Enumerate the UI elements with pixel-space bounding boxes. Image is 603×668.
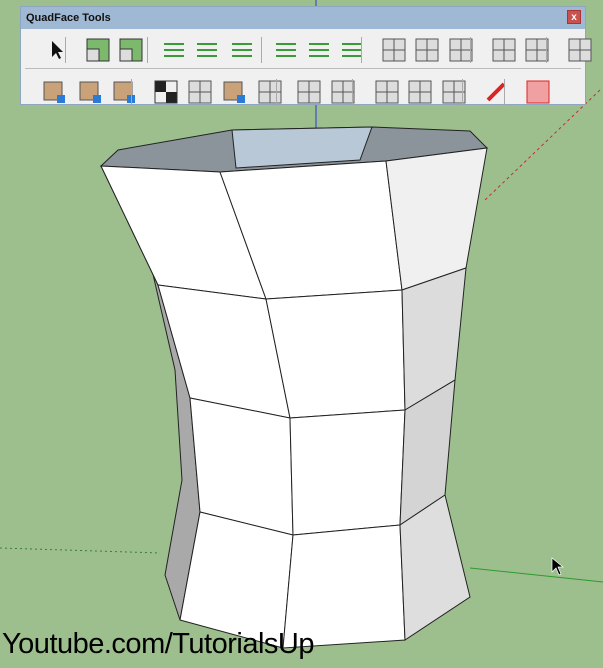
connect-edges-icon [382,38,406,62]
select-ring-button[interactable] [161,37,187,63]
uv-mapping-button[interactable] [221,79,247,105]
uv-mapping-icon [222,80,246,104]
select-ring-icon [162,38,186,62]
wrap-button[interactable] [257,79,283,105]
copy-uv-button[interactable] [187,79,213,105]
grow-selection-button[interactable] [85,37,111,63]
toolbar-separator [546,37,547,63]
toolbar-separator [504,79,505,105]
shrink-selection-button[interactable] [118,37,144,63]
toolbar-separator [147,37,148,63]
toolbar-separator [361,37,362,63]
shrink-ring-button[interactable] [229,37,255,63]
mouse-cursor-icon [551,557,564,576]
toolbar-title: QuadFace Tools [26,12,111,24]
make-planar-icon [526,80,550,104]
insert-loops-icon [415,38,439,62]
uv-texture-icon [78,80,102,104]
toolbar-separator [65,37,66,63]
offset-loop-icon [297,80,321,104]
uv-map-button[interactable] [41,79,67,105]
pencil-button[interactable] [483,79,509,105]
vase-model[interactable] [99,126,489,649]
checker-icon [154,80,178,104]
build-corner-loop-button[interactable] [441,79,467,105]
watermark: Youtube.com/TutorialsUp [2,628,314,660]
grow-ring-button[interactable] [194,37,220,63]
remove-loop-button[interactable] [407,79,433,105]
grow-ring-icon [195,38,219,62]
shrink-selection-icon [119,38,143,62]
select-loop-icon [274,38,298,62]
insert-loops-button[interactable] [414,37,440,63]
unwrap-mesh-button[interactable] [111,79,137,105]
select-loop-button[interactable] [273,37,299,63]
quadface-tools-toolbar: QuadFace Tools x [20,6,592,105]
toolbar-row-1 [21,31,592,67]
connect-edges-button[interactable] [381,37,407,63]
insert-loop-icon [375,80,399,104]
toolbar-row-2 [21,73,585,109]
toolbar-separator [261,37,262,63]
grow-loop-button[interactable] [306,37,332,63]
green-axis [469,567,603,583]
flip-edge-button[interactable] [567,37,593,63]
toolbar-titlebar[interactable]: QuadFace Tools [21,7,585,29]
uv-texture-button[interactable] [77,79,103,105]
build-corner-icon [492,38,516,62]
grow-selection-icon [86,38,110,62]
shrink-ring-icon [230,38,254,62]
toolbar-separator [131,79,132,105]
wrap-icon [258,80,282,104]
toolbar-separator [462,79,463,105]
flip-edge-icon [568,38,592,62]
copy-uv-icon [188,80,212,104]
toolbar-separator [276,79,277,105]
grow-loop-icon [307,38,331,62]
row-divider [25,68,581,69]
offset-loop-button[interactable] [296,79,322,105]
build-corner-button[interactable] [491,37,517,63]
make-planar-button[interactable] [525,79,551,105]
toolbar-separator [470,37,471,63]
toolbar-separator [352,79,353,105]
green-axis-dashed [0,547,161,554]
close-button[interactable]: x [567,10,581,24]
checker-button[interactable] [153,79,179,105]
insert-loop-button[interactable] [374,79,400,105]
uv-map-icon [42,80,66,104]
remove-loop-icon [408,80,432,104]
unwrap-mesh-icon [112,80,136,104]
